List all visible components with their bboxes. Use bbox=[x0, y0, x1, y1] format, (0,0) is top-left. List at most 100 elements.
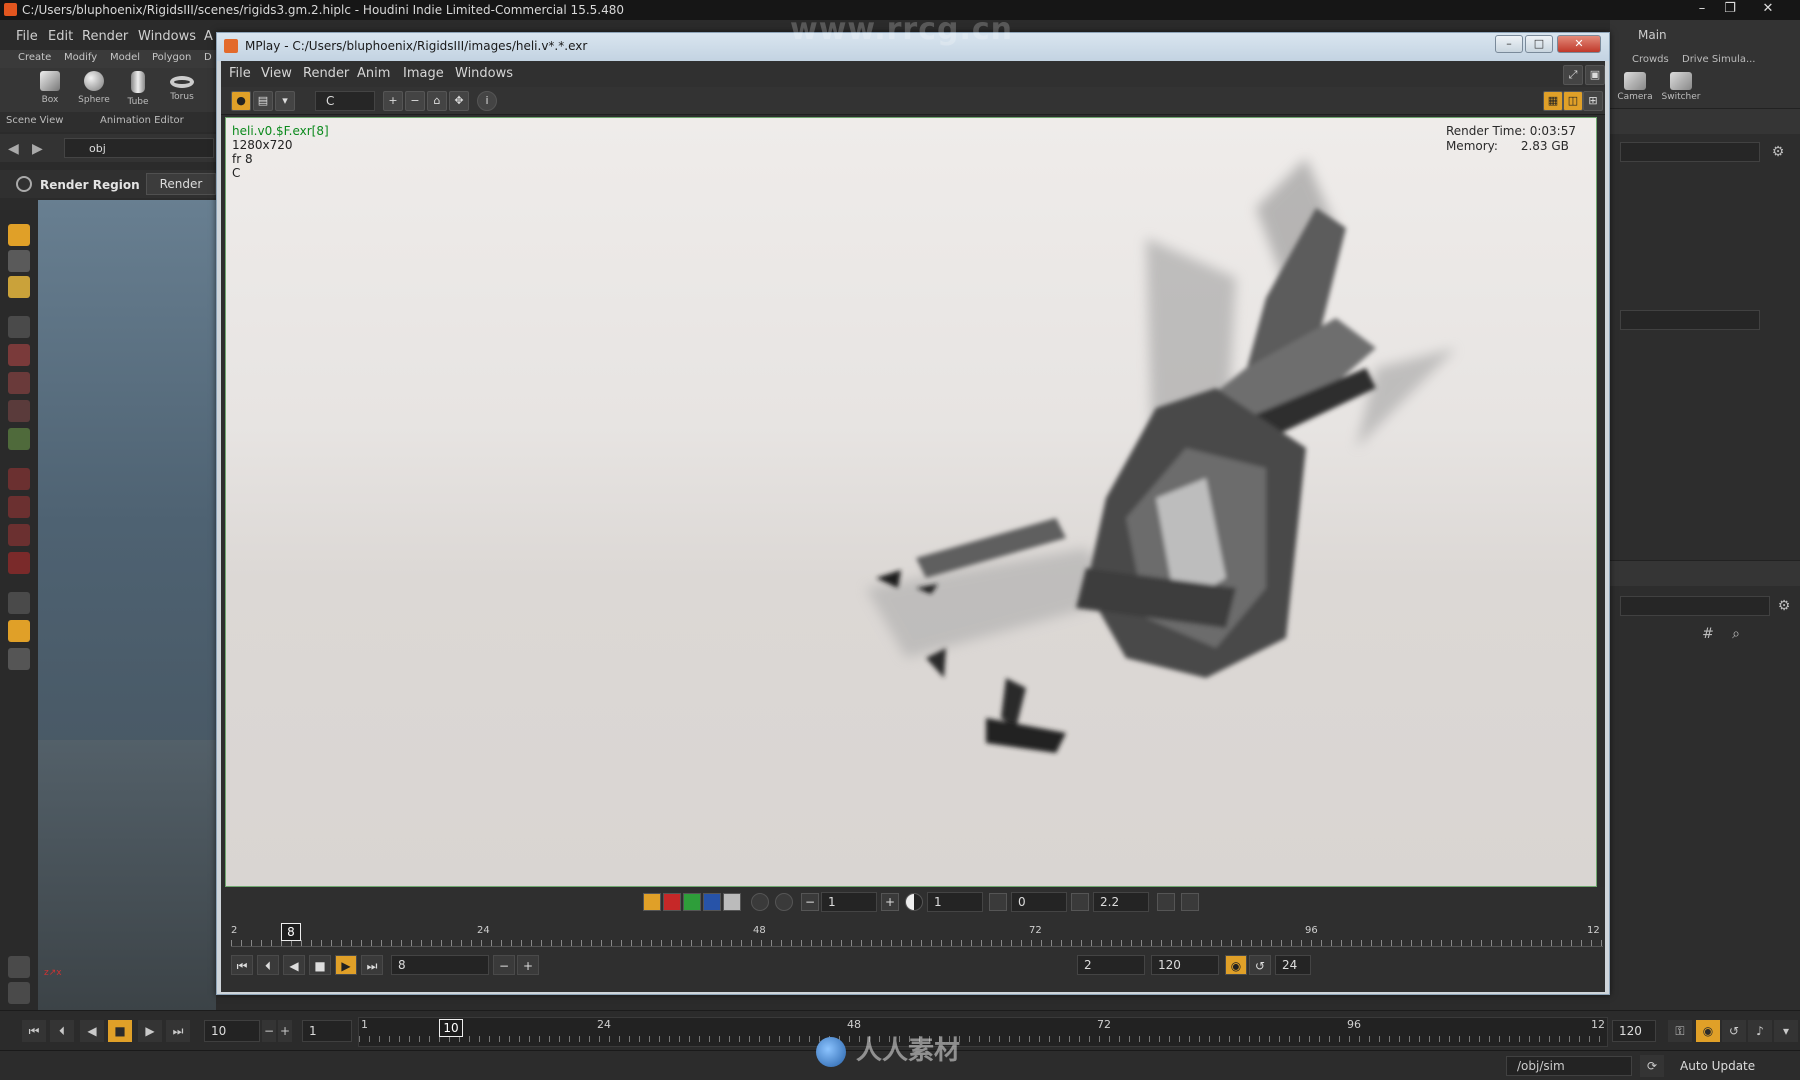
parameter-field[interactable] bbox=[1620, 142, 1760, 162]
loop-icon[interactable]: ↺ bbox=[1722, 1020, 1746, 1042]
channel-select[interactable]: C bbox=[315, 91, 375, 111]
range-end-field[interactable]: 120 bbox=[1151, 955, 1219, 975]
jump-start-icon[interactable]: ⏮ bbox=[22, 1020, 46, 1042]
magnet-icon[interactable] bbox=[8, 552, 30, 574]
jump-end-icon[interactable]: ⏭ bbox=[361, 955, 383, 975]
shelf-tab-polygon[interactable]: Polygon bbox=[152, 52, 191, 63]
step-field[interactable]: 1 bbox=[302, 1020, 352, 1042]
zoom-out-icon[interactable]: − bbox=[405, 91, 425, 111]
menu-file[interactable]: File bbox=[16, 29, 38, 44]
shelf-tab-crowds[interactable]: Crowds bbox=[1632, 54, 1669, 65]
restore-icon[interactable]: ❐ bbox=[1716, 0, 1744, 20]
realtime-icon[interactable]: ◉ bbox=[1696, 1020, 1720, 1042]
shelf-tab-more[interactable]: D bbox=[204, 52, 212, 63]
range-start-field[interactable]: 2 bbox=[1077, 955, 1145, 975]
audio-icon[interactable]: ♪ bbox=[1748, 1020, 1772, 1042]
quad-view-icon[interactable]: ⊞ bbox=[1583, 91, 1603, 111]
shelf-tool-box[interactable]: Box bbox=[30, 71, 70, 105]
sparkle-icon[interactable] bbox=[775, 893, 793, 911]
paint-tool-icon[interactable] bbox=[8, 524, 30, 546]
mplay-menu-windows[interactable]: Windows bbox=[455, 66, 513, 81]
alpha-channel-icon[interactable] bbox=[723, 893, 741, 911]
layout-icon[interactable]: ▣ bbox=[1585, 65, 1605, 85]
mplay-timeline[interactable]: 2 8 24 48 72 96 12 bbox=[231, 923, 1603, 947]
close-icon[interactable]: ✕ bbox=[1754, 0, 1782, 20]
stop-icon[interactable]: ■ bbox=[108, 1020, 132, 1042]
compare-icon[interactable]: ▤ bbox=[253, 91, 273, 111]
mplay-menu-render[interactable]: Render bbox=[303, 66, 349, 81]
frame-decrement-icon[interactable]: − bbox=[262, 1020, 276, 1042]
play-reverse-icon[interactable]: ◀ bbox=[283, 955, 305, 975]
pose-tool-icon[interactable] bbox=[8, 428, 30, 450]
current-frame-field[interactable]: 10 bbox=[204, 1020, 260, 1042]
realtime-icon[interactable]: ◉ bbox=[1225, 955, 1247, 975]
step-back-icon[interactable]: ⏴ bbox=[50, 1020, 74, 1042]
zoom-field[interactable]: 1 bbox=[821, 892, 877, 912]
forward-arrow-icon[interactable]: ▶ bbox=[32, 141, 43, 157]
snapshot-icon[interactable] bbox=[8, 648, 30, 670]
shelf-tool-sphere[interactable]: Sphere bbox=[74, 71, 114, 105]
frame-decrement-icon[interactable]: − bbox=[493, 955, 515, 975]
shelf-tool-torus[interactable]: Torus bbox=[162, 71, 202, 102]
end-frame-field[interactable]: 120 bbox=[1612, 1020, 1656, 1042]
jump-start-icon[interactable]: ⏮ bbox=[231, 955, 253, 975]
fps-field[interactable]: 24 bbox=[1275, 955, 1311, 975]
refresh-icon[interactable]: ⟳ bbox=[1640, 1055, 1664, 1077]
handle-tool-icon[interactable] bbox=[8, 344, 30, 366]
dropdown-icon[interactable]: ▾ bbox=[275, 91, 295, 111]
mplay-menu-image[interactable]: Image bbox=[403, 66, 444, 81]
stop-icon[interactable]: ■ bbox=[309, 955, 331, 975]
options-icon[interactable]: ▾ bbox=[1774, 1020, 1798, 1042]
path-field[interactable]: obj bbox=[64, 138, 214, 158]
menu-windows[interactable]: Windows bbox=[138, 29, 196, 44]
mplay-maximize-icon[interactable]: □ bbox=[1525, 35, 1553, 53]
play-reverse-icon[interactable]: ◀ bbox=[80, 1020, 104, 1042]
mplay-minimize-icon[interactable]: – bbox=[1495, 35, 1523, 53]
gamma-field[interactable]: 2.2 bbox=[1093, 892, 1149, 912]
red-channel-icon[interactable] bbox=[663, 893, 681, 911]
view-mode-icon[interactable]: ● bbox=[231, 91, 251, 111]
shelf-tool-tube[interactable]: Tube bbox=[118, 71, 158, 107]
info-icon[interactable]: i bbox=[477, 91, 497, 111]
frame-increment-icon[interactable]: + bbox=[278, 1020, 292, 1042]
play-icon[interactable]: ▶ bbox=[138, 1020, 162, 1042]
shelf-tab-modify[interactable]: Modify bbox=[64, 52, 97, 63]
edit-tool-icon[interactable] bbox=[8, 250, 30, 272]
play-icon[interactable]: ▶ bbox=[335, 955, 357, 975]
green-channel-icon[interactable] bbox=[683, 893, 701, 911]
camera-view-icon[interactable] bbox=[8, 620, 30, 642]
jump-end-icon[interactable]: ⏭ bbox=[166, 1020, 190, 1042]
settings-gear-icon[interactable]: ⚙ bbox=[1770, 144, 1786, 160]
key-icon[interactable]: ⚿ bbox=[1668, 1020, 1692, 1042]
pin-icon[interactable] bbox=[8, 956, 30, 978]
back-arrow-icon[interactable]: ◀ bbox=[8, 141, 19, 157]
lut-icon[interactable] bbox=[1157, 893, 1175, 911]
current-frame-marker[interactable]: 10 bbox=[439, 1019, 463, 1037]
exposure-field[interactable]: 1 bbox=[927, 892, 983, 912]
select-tool-icon[interactable] bbox=[8, 224, 30, 246]
zoom-in-icon[interactable]: + bbox=[383, 91, 403, 111]
search-icon[interactable]: ⌕ bbox=[1728, 626, 1744, 642]
pan-icon[interactable]: ✥ bbox=[449, 91, 469, 111]
tab-animation-editor[interactable]: Animation Editor bbox=[100, 115, 184, 126]
grid-icon[interactable]: # bbox=[1700, 626, 1716, 642]
mplay-close-icon[interactable]: ✕ bbox=[1557, 35, 1601, 53]
grid-view-icon[interactable]: ▦ bbox=[1543, 91, 1563, 111]
shelf-tab-create[interactable]: Create bbox=[18, 52, 51, 63]
frame-increment-icon[interactable]: + bbox=[517, 955, 539, 975]
shelf-tab-drive-simulation[interactable]: Drive Simula... bbox=[1682, 54, 1756, 65]
blue-channel-icon[interactable] bbox=[703, 893, 721, 911]
scene-viewport[interactable] bbox=[38, 200, 216, 1010]
main-timeline-track[interactable]: 1 10 24 48 72 96 12 bbox=[358, 1017, 1608, 1047]
offset-icon[interactable] bbox=[989, 893, 1007, 911]
current-frame-marker[interactable]: 8 bbox=[281, 923, 301, 941]
mplay-menu-file[interactable]: File bbox=[229, 66, 251, 81]
gamma-icon[interactable] bbox=[1071, 893, 1089, 911]
render-image-view[interactable]: heli.v0.$F.exr[8] 1280x720 fr 8 C Render… bbox=[225, 117, 1597, 887]
increment-icon[interactable]: + bbox=[881, 893, 899, 911]
offset-field[interactable]: 0 bbox=[1011, 892, 1067, 912]
pointer-tool-icon[interactable] bbox=[8, 316, 30, 338]
step-back-icon[interactable]: ⏴ bbox=[257, 955, 279, 975]
brush-tool-icon[interactable] bbox=[8, 276, 30, 298]
menu-assets[interactable]: A bbox=[204, 29, 213, 44]
